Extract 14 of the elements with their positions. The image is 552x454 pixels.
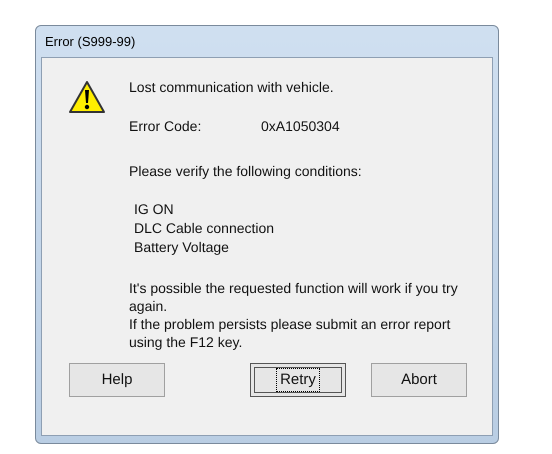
note-text: If the problem persists please submit an error report using the F12 key. bbox=[129, 315, 452, 351]
window-title: Error (S999-99) bbox=[44, 32, 136, 51]
condition-item: IG ON bbox=[134, 200, 175, 219]
error-code-label: Error Code: bbox=[129, 117, 202, 135]
note-text: It's possible the requested function will work if you try again. bbox=[129, 279, 459, 315]
conditions-intro: Please verify the following conditions: bbox=[129, 162, 363, 180]
dialog-button[interactable]: Abort bbox=[371, 363, 467, 397]
dialog-button[interactable]: Help bbox=[69, 363, 165, 397]
warning-icon bbox=[68, 80, 106, 114]
message-text: Lost communication with vehicle. bbox=[129, 78, 335, 96]
condition-item: Battery Voltage bbox=[134, 238, 230, 257]
error-code-value: 0xA1050304 bbox=[261, 117, 340, 135]
dialog-button[interactable]: Retry bbox=[250, 363, 346, 397]
condition-item: DLC Cable connection bbox=[134, 219, 276, 238]
